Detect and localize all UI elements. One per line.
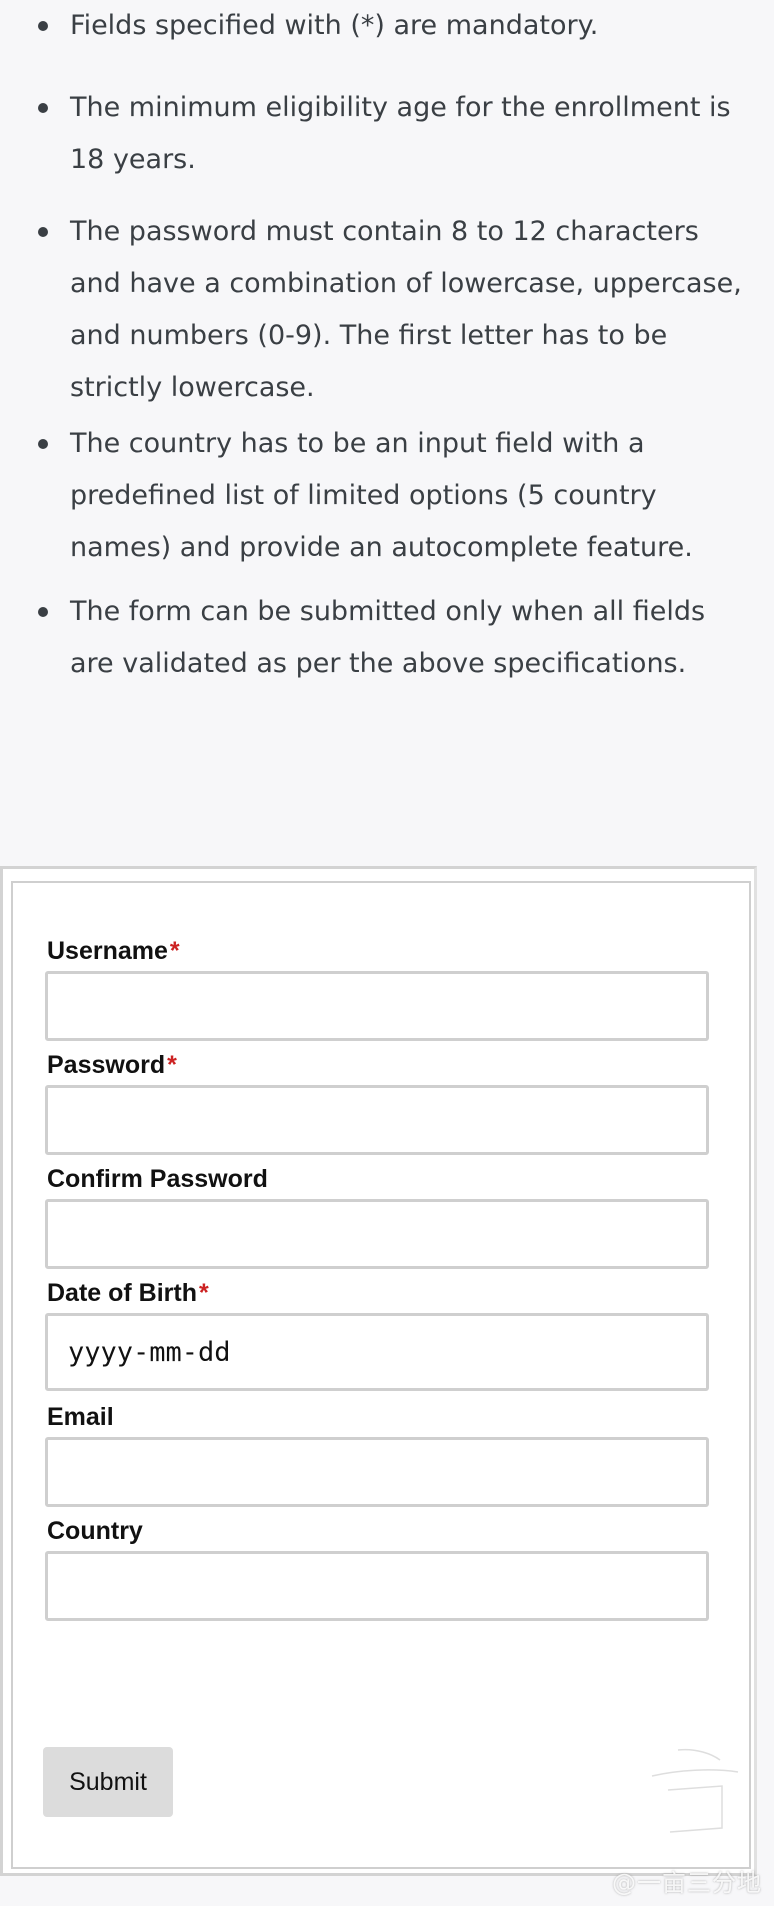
bullet-icon (38, 103, 48, 113)
country-input[interactable] (45, 1551, 709, 1621)
date-of-birth-label: Date of Birth* (47, 1279, 209, 1308)
list-item: The country has to be an input field wit… (38, 418, 750, 574)
registration-form: Username* Password* Confirm Password Dat… (11, 881, 751, 1869)
bullet-icon (38, 607, 48, 617)
password-label-text: Password (47, 1051, 166, 1079)
country-label-text: Country (47, 1517, 143, 1545)
requirement-text: The country has to be an input field wit… (70, 428, 693, 563)
watermark-text: @一亩三分地 (612, 1869, 762, 1897)
date-of-birth-input[interactable] (45, 1313, 709, 1391)
password-input[interactable] (45, 1085, 709, 1155)
bullet-icon (38, 439, 48, 449)
list-item: The password must contain 8 to 12 charac… (38, 206, 750, 414)
email-label-text: Email (47, 1403, 114, 1431)
password-label: Password* (47, 1051, 177, 1080)
required-marker: * (199, 1279, 209, 1307)
confirm-password-label: Confirm Password (47, 1165, 268, 1194)
confirm-password-label-text: Confirm Password (47, 1165, 268, 1193)
confirm-password-input[interactable] (45, 1199, 709, 1269)
seal-logo-icon (648, 1746, 742, 1836)
list-item: The form can be submitted only when all … (38, 586, 750, 690)
submit-button[interactable]: Submit (43, 1747, 173, 1817)
date-of-birth-label-text: Date of Birth (47, 1279, 197, 1307)
list-item: Fields specified with (*) are mandatory. (38, 0, 750, 52)
bullet-icon (38, 227, 48, 237)
email-input[interactable] (45, 1437, 709, 1507)
requirement-text: The password must contain 8 to 12 charac… (70, 216, 742, 403)
registration-form-container: Username* Password* Confirm Password Dat… (0, 866, 757, 1876)
requirement-text: The minimum eligibility age for the enro… (70, 92, 731, 175)
username-label: Username* (47, 937, 180, 966)
bullet-icon (38, 21, 48, 31)
required-marker: * (169, 937, 180, 965)
requirement-text: The form can be submitted only when all … (70, 596, 706, 679)
country-label: Country (47, 1517, 143, 1546)
list-item: The minimum eligibility age for the enro… (38, 82, 750, 186)
username-input[interactable] (45, 971, 709, 1041)
username-label-text: Username (47, 937, 168, 965)
requirement-text: Fields specified with (*) are mandatory. (70, 10, 599, 41)
required-marker: * (167, 1051, 177, 1079)
email-label: Email (47, 1403, 114, 1432)
